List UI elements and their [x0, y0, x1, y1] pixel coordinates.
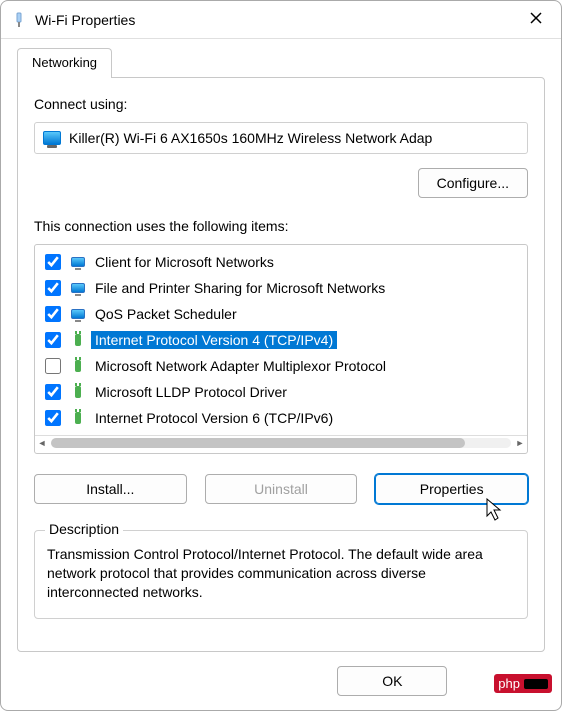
- item-checkbox[interactable]: [45, 280, 61, 296]
- item-label: Internet Protocol Version 4 (TCP/IPv4): [91, 331, 337, 349]
- item-checkbox[interactable]: [45, 306, 61, 322]
- description-legend: Description: [45, 521, 123, 537]
- ok-button[interactable]: OK: [337, 666, 447, 696]
- scroll-thumb[interactable]: [51, 438, 465, 448]
- tabstrip: Networking: [17, 47, 545, 77]
- configure-button[interactable]: Configure...: [418, 168, 528, 198]
- titlebar: Wi-Fi Properties: [1, 1, 561, 39]
- watermark-badge: php: [494, 674, 552, 693]
- connect-using-label: Connect using:: [34, 96, 528, 112]
- description-text: Transmission Control Protocol/Internet P…: [47, 545, 515, 602]
- scroll-right-icon[interactable]: ►: [513, 436, 527, 450]
- window-title: Wi-Fi Properties: [35, 12, 521, 28]
- item-checkbox[interactable]: [45, 384, 61, 400]
- close-button[interactable]: [521, 12, 551, 27]
- content-area: Networking Connect using: Killer(R) Wi-F…: [1, 39, 561, 652]
- network-adapter-icon: [43, 131, 61, 145]
- plug-icon: [69, 409, 87, 427]
- properties-dialog: Wi-Fi Properties Networking Connect usin…: [0, 0, 562, 711]
- scroll-track[interactable]: [51, 438, 511, 448]
- item-label: Microsoft Network Adapter Multiplexor Pr…: [91, 357, 390, 375]
- plug-icon: [69, 357, 87, 375]
- uninstall-button: Uninstall: [205, 474, 358, 504]
- item-label: Internet Protocol Version 6 (TCP/IPv6): [91, 409, 337, 427]
- tab-panel-networking: Connect using: Killer(R) Wi-Fi 6 AX1650s…: [17, 77, 545, 652]
- list-item[interactable]: Internet Protocol Version 4 (TCP/IPv4): [35, 327, 527, 353]
- items-listbox[interactable]: Client for Microsoft Networks File and Pr…: [34, 244, 528, 454]
- adapter-field[interactable]: Killer(R) Wi-Fi 6 AX1650s 160MHz Wireles…: [34, 122, 528, 154]
- network-service-icon: [69, 279, 87, 297]
- plug-icon: [69, 383, 87, 401]
- description-groupbox: Description Transmission Control Protoco…: [34, 530, 528, 619]
- list-item[interactable]: QoS Packet Scheduler: [35, 301, 527, 327]
- network-service-icon: [69, 305, 87, 323]
- plug-icon: [69, 331, 87, 349]
- properties-button[interactable]: Properties: [375, 474, 528, 504]
- item-label: Microsoft LLDP Protocol Driver: [91, 383, 291, 401]
- network-service-icon: [69, 253, 87, 271]
- adapter-name: Killer(R) Wi-Fi 6 AX1650s 160MHz Wireles…: [69, 130, 432, 146]
- tab-networking[interactable]: Networking: [17, 48, 112, 78]
- item-checkbox[interactable]: [45, 332, 61, 348]
- item-label: QoS Packet Scheduler: [91, 305, 241, 323]
- item-buttons-row: Install... Uninstall Properties: [34, 474, 528, 504]
- list-item[interactable]: Microsoft Network Adapter Multiplexor Pr…: [35, 353, 527, 379]
- scroll-left-icon[interactable]: ◄: [35, 436, 49, 450]
- horizontal-scrollbar[interactable]: ◄ ►: [35, 435, 527, 449]
- list-item[interactable]: Internet Protocol Version 6 (TCP/IPv6): [35, 405, 527, 431]
- item-label: File and Printer Sharing for Microsoft N…: [91, 279, 389, 297]
- list-item[interactable]: Microsoft LLDP Protocol Driver: [35, 379, 527, 405]
- item-label: Client for Microsoft Networks: [91, 253, 278, 271]
- list-item[interactable]: Client for Microsoft Networks: [35, 249, 527, 275]
- items-label: This connection uses the following items…: [34, 218, 528, 234]
- install-button[interactable]: Install...: [34, 474, 187, 504]
- wifi-adapter-icon: [11, 12, 27, 28]
- item-checkbox[interactable]: [45, 410, 61, 426]
- item-checkbox[interactable]: [45, 254, 61, 270]
- item-checkbox[interactable]: [45, 358, 61, 374]
- dialog-footer: OK Cancel: [1, 652, 561, 710]
- close-icon: [530, 12, 542, 24]
- list-item[interactable]: File and Printer Sharing for Microsoft N…: [35, 275, 527, 301]
